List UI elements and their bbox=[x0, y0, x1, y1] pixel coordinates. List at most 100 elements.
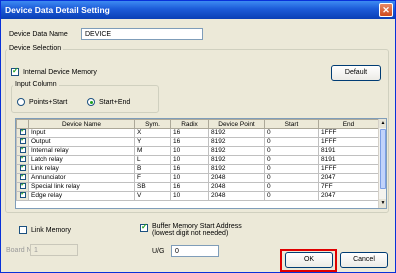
start-cell[interactable]: 0 bbox=[264, 137, 319, 147]
table-row[interactable]: AnnunciatorF10204802047 bbox=[16, 173, 379, 183]
start-cell[interactable]: 0 bbox=[264, 191, 319, 201]
end-cell[interactable]: 2047 bbox=[318, 173, 379, 183]
row-checkbox[interactable] bbox=[19, 174, 26, 181]
default-button[interactable]: Default bbox=[331, 65, 381, 81]
device-name-cell[interactable]: Latch relay bbox=[28, 155, 135, 165]
scroll-up-icon[interactable]: ▲ bbox=[379, 119, 386, 128]
radix-cell[interactable]: 16 bbox=[170, 128, 209, 138]
table-row[interactable]: Link relayB16819201FFF bbox=[16, 164, 379, 174]
device-point-cell[interactable]: 2048 bbox=[208, 182, 265, 192]
start-cell[interactable]: 0 bbox=[264, 164, 319, 174]
device-point-cell[interactable]: 8192 bbox=[208, 128, 265, 138]
data-name-input[interactable]: DEVICE bbox=[81, 28, 203, 40]
row-checkbox-cell[interactable] bbox=[16, 128, 29, 138]
device-point-cell[interactable]: 8192 bbox=[208, 146, 265, 156]
device-name-cell[interactable]: Output bbox=[28, 137, 135, 147]
points-start-radio[interactable] bbox=[17, 98, 25, 106]
scroll-thumb[interactable] bbox=[380, 129, 386, 189]
end-cell[interactable]: 8191 bbox=[318, 146, 379, 156]
col-radix-header[interactable]: Radix bbox=[170, 119, 209, 129]
col-check-header[interactable] bbox=[16, 119, 29, 129]
row-checkbox[interactable] bbox=[19, 147, 26, 154]
row-checkbox-cell[interactable] bbox=[16, 164, 29, 174]
start-cell[interactable]: 0 bbox=[264, 128, 319, 138]
start-cell[interactable]: 0 bbox=[264, 182, 319, 192]
row-checkbox[interactable] bbox=[19, 138, 26, 145]
radio-start-end[interactable]: Start+End bbox=[87, 98, 130, 106]
sym-cell[interactable]: M bbox=[134, 146, 171, 156]
sym-cell[interactable]: V bbox=[134, 191, 171, 201]
radix-cell[interactable]: 10 bbox=[170, 173, 209, 183]
col-end-header[interactable]: End bbox=[318, 119, 379, 129]
board-no-input[interactable]: 1 bbox=[30, 244, 78, 256]
device-name-cell[interactable]: Internal relay bbox=[28, 146, 135, 156]
sym-cell[interactable]: F bbox=[134, 173, 171, 183]
row-checkbox[interactable] bbox=[19, 156, 26, 163]
device-name-cell[interactable]: Link relay bbox=[28, 164, 135, 174]
scroll-down-icon[interactable]: ▼ bbox=[379, 199, 386, 208]
end-cell[interactable]: 8191 bbox=[318, 155, 379, 165]
start-cell[interactable]: 0 bbox=[264, 173, 319, 183]
row-checkbox[interactable] bbox=[19, 192, 26, 199]
row-checkbox-cell[interactable] bbox=[16, 146, 29, 156]
end-cell[interactable]: 1FFF bbox=[318, 128, 379, 138]
device-point-cell[interactable]: 8192 bbox=[208, 164, 265, 174]
link-memory-checkbox[interactable] bbox=[19, 226, 27, 234]
device-name-cell[interactable]: Special link relay bbox=[28, 182, 135, 192]
end-cell[interactable]: 2047 bbox=[318, 191, 379, 201]
row-checkbox-cell[interactable] bbox=[16, 155, 29, 165]
internal-memory-option[interactable]: Internal Device Memory bbox=[11, 66, 97, 76]
close-icon[interactable]: ✕ bbox=[379, 3, 393, 17]
radix-cell[interactable]: 10 bbox=[170, 155, 209, 165]
ok-button[interactable]: OK bbox=[285, 252, 333, 268]
table-row[interactable]: Internal relayM10819208191 bbox=[16, 146, 379, 156]
col-device-name-header[interactable]: Device Name bbox=[28, 119, 135, 129]
row-checkbox-cell[interactable] bbox=[16, 191, 29, 201]
sym-cell[interactable]: B bbox=[134, 164, 171, 174]
row-checkbox-cell[interactable] bbox=[16, 173, 29, 183]
table-row[interactable]: Latch relayL10819208191 bbox=[16, 155, 379, 165]
device-name-cell[interactable]: Annunciator bbox=[28, 173, 135, 183]
table-row[interactable]: OutputY16819201FFF bbox=[16, 137, 379, 147]
sym-cell[interactable]: SB bbox=[134, 182, 171, 192]
start-end-radio[interactable] bbox=[87, 98, 95, 106]
end-cell[interactable]: 1FFF bbox=[318, 137, 379, 147]
row-checkbox[interactable] bbox=[19, 129, 26, 136]
end-cell[interactable]: 1FFF bbox=[318, 164, 379, 174]
radix-cell[interactable]: 10 bbox=[170, 191, 209, 201]
device-name-cell[interactable]: Input bbox=[28, 128, 135, 138]
radix-cell[interactable]: 10 bbox=[170, 146, 209, 156]
sym-cell[interactable]: L bbox=[134, 155, 171, 165]
start-end-label: Start+End bbox=[98, 98, 131, 106]
end-cell[interactable]: 7FF bbox=[318, 182, 379, 192]
device-name-cell[interactable]: Edge relay bbox=[28, 191, 135, 201]
device-point-cell[interactable]: 8192 bbox=[208, 137, 265, 147]
internal-memory-checkbox[interactable] bbox=[11, 66, 19, 76]
table-row[interactable]: Edge relayV10204802047 bbox=[16, 191, 379, 201]
ug-input[interactable]: 0 bbox=[171, 245, 219, 257]
device-point-cell[interactable]: 2048 bbox=[208, 191, 265, 201]
device-point-cell[interactable]: 2048 bbox=[208, 173, 265, 183]
radix-cell[interactable]: 16 bbox=[170, 164, 209, 174]
table-scrollbar[interactable]: ▲ ▼ bbox=[378, 119, 386, 208]
row-checkbox[interactable] bbox=[19, 183, 26, 190]
cancel-button[interactable]: Cancel bbox=[340, 252, 388, 268]
radio-points-start[interactable]: Points+Start bbox=[17, 98, 67, 106]
row-checkbox-cell[interactable] bbox=[16, 182, 29, 192]
sym-cell[interactable]: X bbox=[134, 128, 171, 138]
table-row[interactable]: Special link relaySB16204807FF bbox=[16, 182, 379, 192]
col-device-point-header[interactable]: Device Point bbox=[208, 119, 265, 129]
buffer-memory-checkbox[interactable] bbox=[140, 222, 148, 232]
start-cell[interactable]: 0 bbox=[264, 155, 319, 165]
col-sym-header[interactable]: Sym. bbox=[134, 119, 171, 129]
sym-cell[interactable]: Y bbox=[134, 137, 171, 147]
table-row[interactable]: InputX16819201FFF bbox=[16, 128, 379, 138]
start-cell[interactable]: 0 bbox=[264, 146, 319, 156]
radix-cell[interactable]: 16 bbox=[170, 182, 209, 192]
row-checkbox-cell[interactable] bbox=[16, 137, 29, 147]
link-memory-option[interactable]: Link Memory bbox=[19, 226, 71, 234]
radix-cell[interactable]: 16 bbox=[170, 137, 209, 147]
col-start-header[interactable]: Start bbox=[264, 119, 319, 129]
device-point-cell[interactable]: 8192 bbox=[208, 155, 265, 165]
row-checkbox[interactable] bbox=[19, 165, 26, 172]
